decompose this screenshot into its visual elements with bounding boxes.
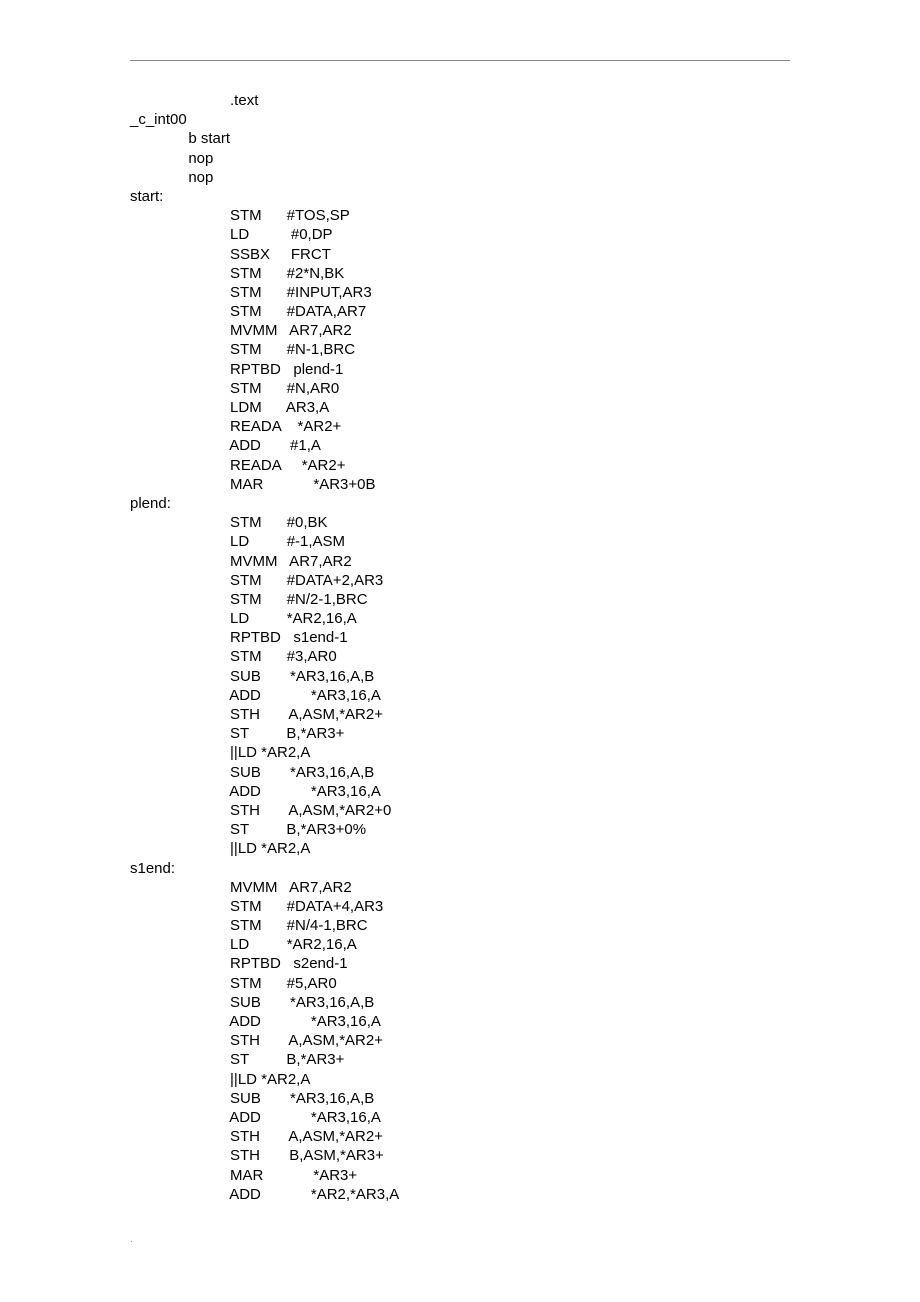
assembly-code-block: .text _c_int00 b start nop nop start: ST… (130, 91, 790, 1204)
header-dot: . (460, 53, 463, 64)
footer-dot: . (130, 1234, 790, 1245)
page-container: . .text _c_int00 b start nop nop start: … (0, 0, 920, 1285)
header-rule: . (130, 60, 790, 61)
